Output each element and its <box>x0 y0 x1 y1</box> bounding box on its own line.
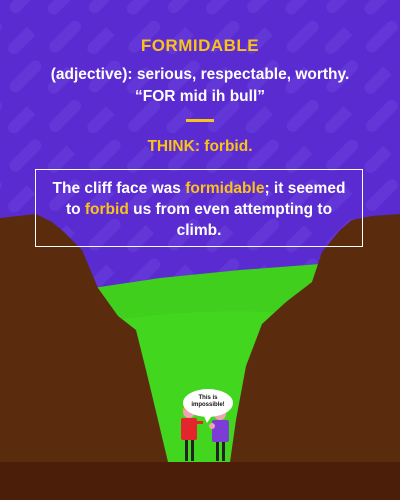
sentence-highlight-forbid: forbid <box>84 201 129 218</box>
example-sentence-box: The cliff face was formidable; it seemed… <box>35 169 363 247</box>
mnemonic-hint: THINK: forbid. <box>147 138 253 155</box>
speech-bubble-tail <box>203 414 213 423</box>
ground <box>0 462 400 500</box>
definition-text: (adjective): serious, respectable, worth… <box>50 66 350 83</box>
pronunciation-text: “FOR mid ih bull” <box>134 88 266 105</box>
divider <box>186 119 214 122</box>
vocabulary-card: FORMIDABLE (adjective): serious, respect… <box>0 0 400 500</box>
sentence-part-3: us from even attempting to climb. <box>128 201 333 239</box>
speech-bubble-text: This is impossible! <box>191 395 225 408</box>
sentence-part-1: The cliff face was <box>52 180 186 197</box>
sentence-highlight-formidable: formidable <box>185 180 265 197</box>
word-title: FORMIDABLE <box>140 36 260 55</box>
